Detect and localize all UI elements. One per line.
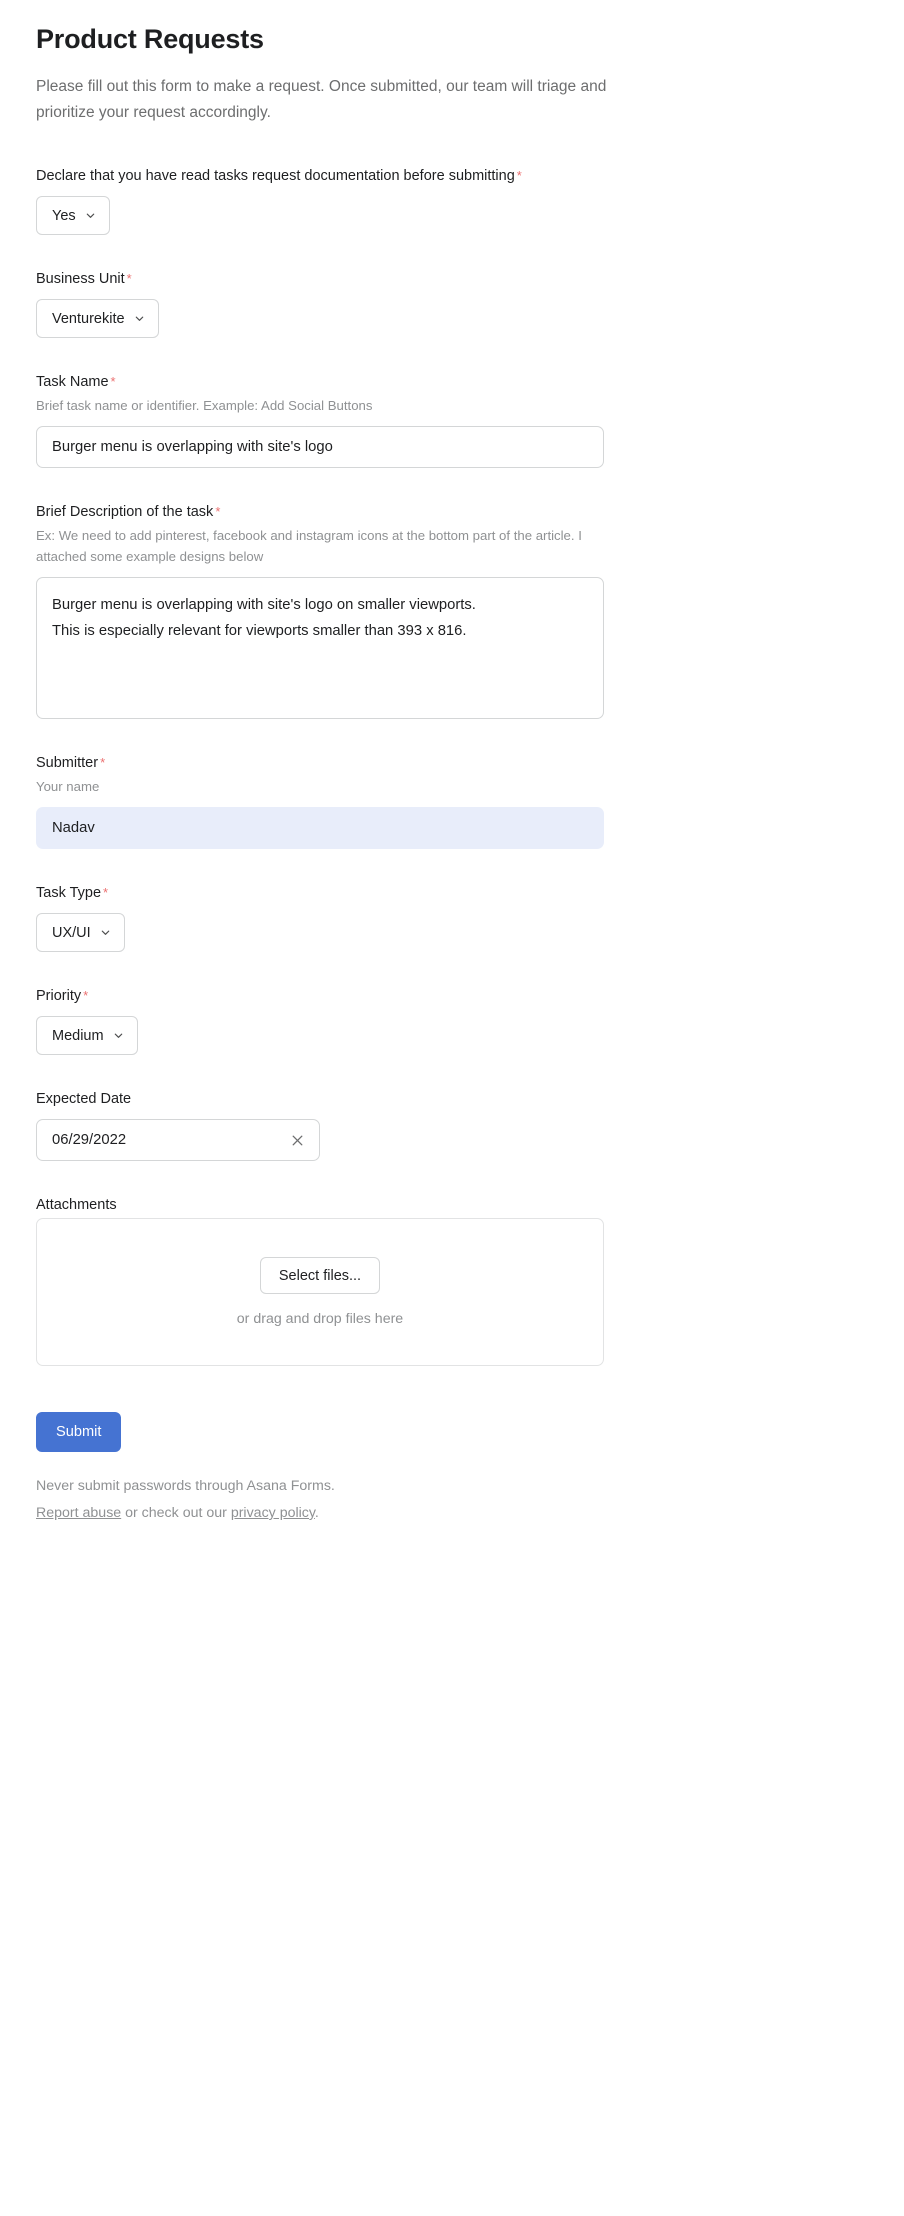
label-declaration-text: Declare that you have read tasks request…	[36, 168, 515, 184]
help-submitter: Your name	[36, 779, 100, 794]
expected-date-value: 06/29/2022	[52, 1132, 127, 1148]
field-attachments: Attachments Select files... or drag and …	[36, 1195, 868, 1366]
label-task-type: Task Type *	[36, 883, 868, 903]
submitter-input[interactable]: Nadav	[36, 807, 604, 849]
label-priority-text: Priority	[36, 988, 82, 1004]
label-priority: Priority *	[36, 986, 868, 1006]
legal-links-line: Report abuse or check out our privacy po…	[36, 1501, 868, 1526]
field-task-name: Task Name * Brief task name or identifier…	[36, 372, 868, 468]
required-marker: *	[103, 885, 109, 900]
form-page: Product Requests Please fill out this fo…	[0, 0, 904, 1566]
report-abuse-link[interactable]: Report abuse	[36, 1505, 121, 1521]
required-marker: *	[100, 755, 106, 770]
label-submitter: Submitter *	[36, 753, 868, 773]
label-business-unit-text: Business Unit	[36, 271, 125, 287]
expected-date-input[interactable]: 06/29/2022	[36, 1119, 320, 1161]
field-description: Brief Description of the task * Ex: We ne…	[36, 502, 868, 719]
submitter-value: Nadav	[52, 820, 95, 836]
chevron-down-icon	[85, 210, 96, 221]
help-description: Ex: We need to add pinterest, facebook a…	[36, 528, 582, 564]
required-marker: *	[83, 988, 89, 1003]
label-description-text: Brief Description of the task	[36, 504, 214, 520]
label-business-unit: Business Unit *	[36, 269, 868, 289]
label-expected-date: Expected Date	[36, 1089, 868, 1109]
required-marker: *	[126, 271, 132, 286]
form-footer: Submit Never submit passwords through As…	[36, 1412, 868, 1566]
field-expected-date: Expected Date 06/29/2022	[36, 1089, 868, 1161]
field-priority: Priority * Medium	[36, 986, 868, 1055]
close-x-icon[interactable]	[290, 1133, 305, 1148]
select-business-unit[interactable]: Venturekite	[36, 299, 159, 338]
chevron-down-icon	[100, 927, 111, 938]
field-task-type: Task Type * UX/UI	[36, 883, 868, 952]
control-expected-date: 06/29/2022	[36, 1119, 868, 1161]
submit-button[interactable]: Submit	[36, 1412, 122, 1452]
field-declaration: Declare that you have read tasks request…	[36, 166, 868, 235]
select-files-button[interactable]: Select files...	[259, 1257, 381, 1294]
form-subtitle: Please fill out this form to make a requ…	[36, 78, 607, 121]
label-description: Brief Description of the task *	[36, 502, 868, 522]
select-priority-value: Medium	[52, 1027, 104, 1044]
control-declaration: Yes	[36, 196, 868, 235]
control-task-type: UX/UI	[36, 913, 868, 952]
legal-text: Never submit passwords through Asana For…	[36, 1474, 868, 1526]
chevron-down-icon	[113, 1030, 124, 1041]
select-declaration-value: Yes	[52, 207, 76, 224]
select-priority[interactable]: Medium	[36, 1016, 138, 1055]
label-attachments: Attachments	[36, 1195, 868, 1215]
drag-drop-hint: or drag and drop files here	[236, 1311, 404, 1327]
label-expected-date-text: Expected Date	[36, 1091, 132, 1107]
control-priority: Medium	[36, 1016, 868, 1055]
label-task-name: Task Name *	[36, 372, 868, 392]
select-business-unit-value: Venturekite	[52, 310, 125, 327]
legal-period: .	[314, 1505, 319, 1521]
label-task-type-text: Task Type	[36, 885, 102, 901]
select-task-type[interactable]: UX/UI	[36, 913, 125, 952]
legal-middle-text: or check out our	[121, 1505, 231, 1521]
description-textarea[interactable]: Burger menu is overlapping with site's l…	[36, 577, 604, 719]
chevron-down-icon	[134, 313, 145, 324]
label-submitter-text: Submitter	[36, 755, 99, 771]
page-title: Product Requests	[36, 24, 264, 54]
attachments-dropzone[interactable]: Select files... or drag and drop files h…	[36, 1218, 604, 1366]
required-marker: *	[215, 504, 221, 519]
task-name-value: Burger menu is overlapping with site's l…	[52, 439, 333, 455]
label-task-name-text: Task Name	[36, 374, 109, 390]
required-marker: *	[516, 168, 522, 183]
field-submitter: Submitter * Your name Nadav	[36, 753, 868, 849]
required-marker: *	[110, 374, 116, 389]
select-task-type-value: UX/UI	[52, 924, 91, 941]
control-business-unit: Venturekite	[36, 299, 868, 338]
legal-notice: Never submit passwords through Asana For…	[36, 1478, 335, 1494]
label-attachments-text: Attachments	[36, 1197, 117, 1213]
select-declaration[interactable]: Yes	[36, 196, 110, 235]
privacy-policy-link[interactable]: privacy policy	[231, 1505, 315, 1521]
label-declaration: Declare that you have read tasks request…	[36, 166, 868, 186]
help-task-name: Brief task name or identifier. Example: …	[36, 398, 373, 413]
task-name-input[interactable]: Burger menu is overlapping with site's l…	[36, 426, 604, 468]
field-business-unit: Business Unit * Venturekite	[36, 269, 868, 338]
